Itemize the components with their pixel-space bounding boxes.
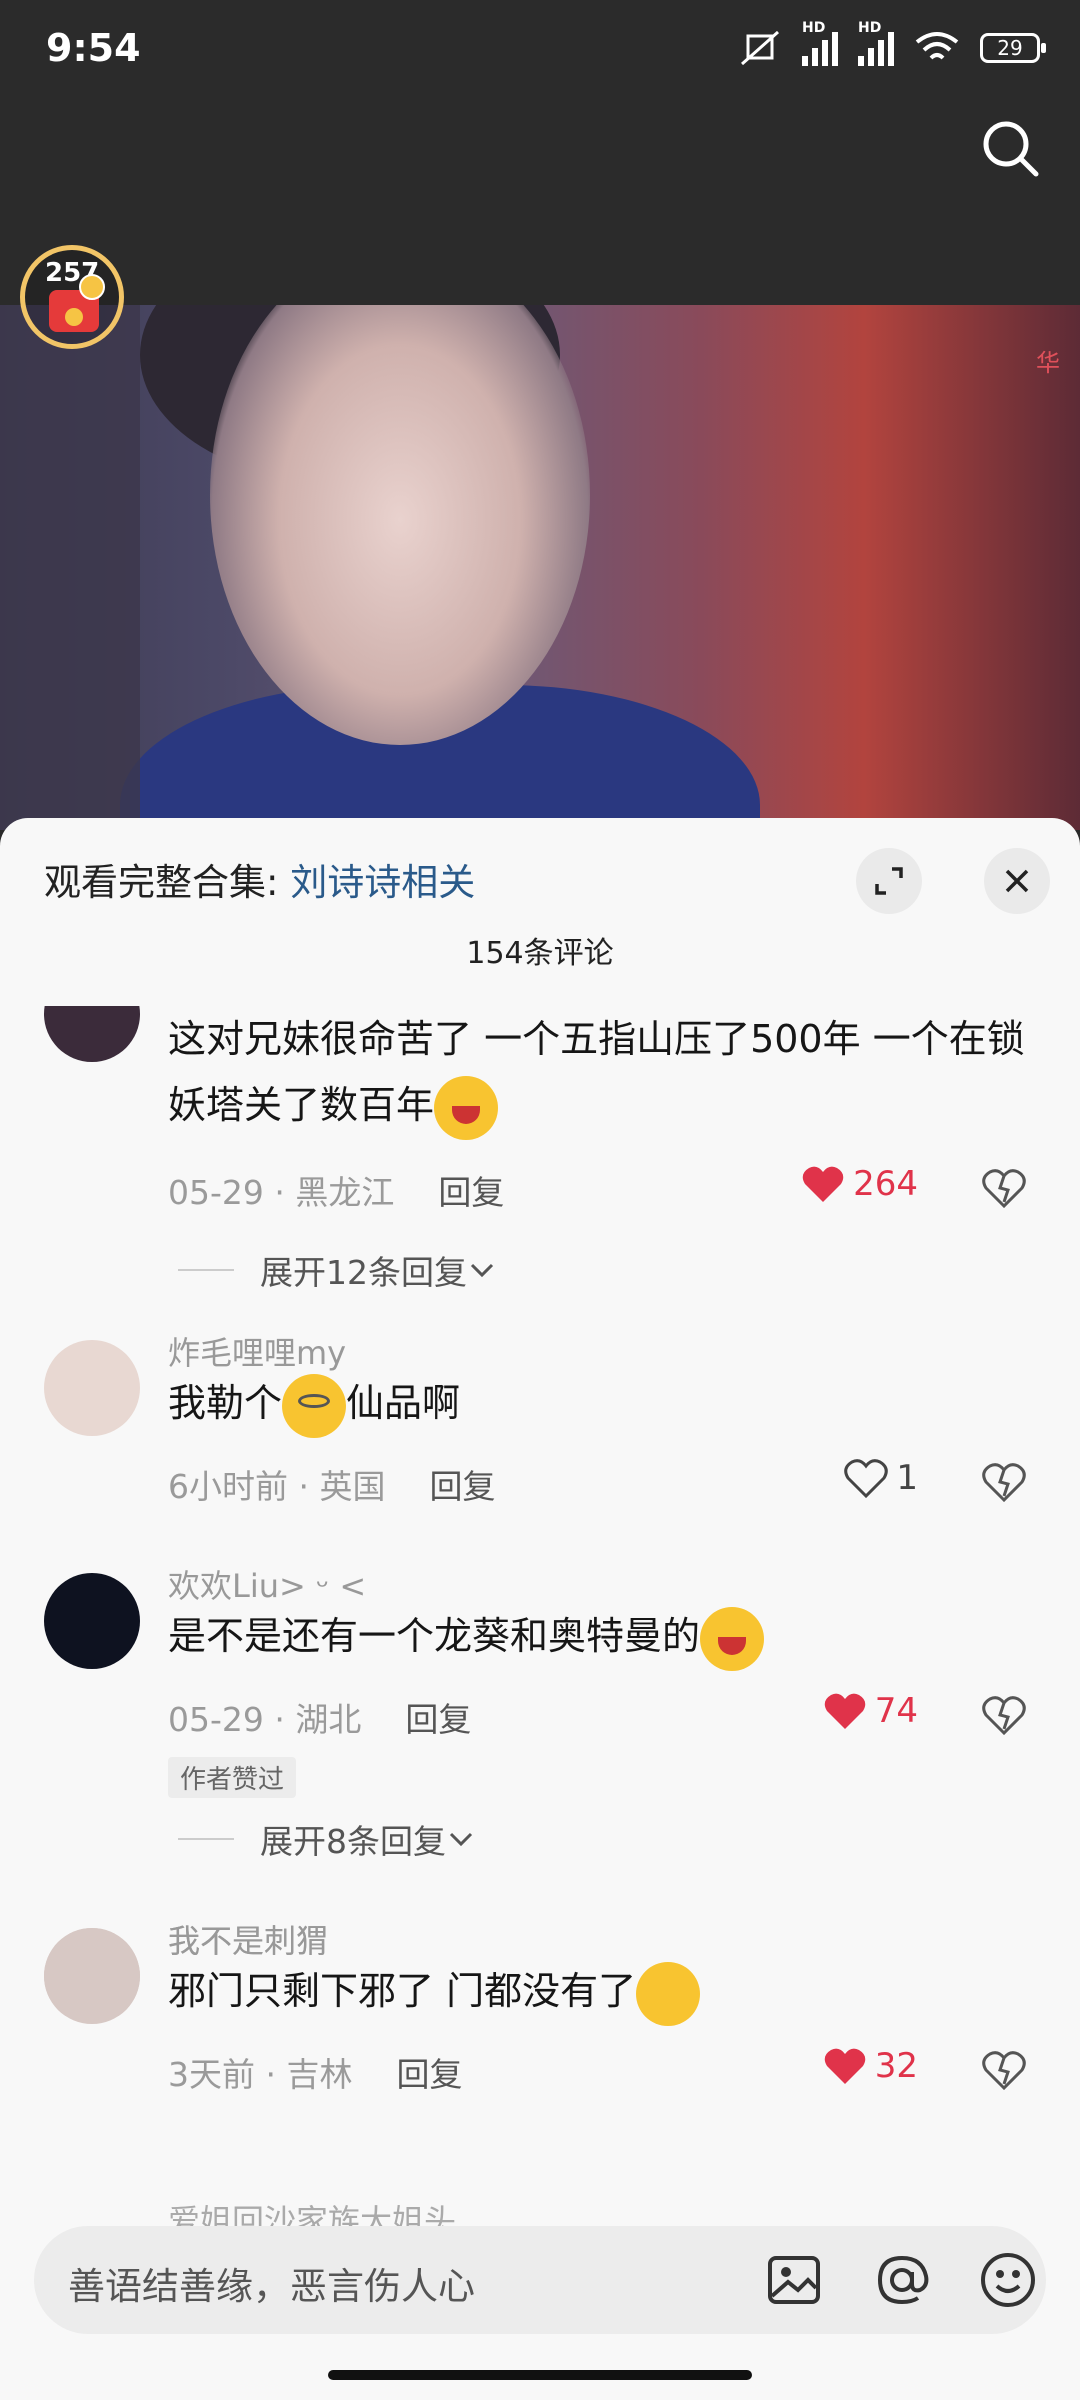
dizzy-emoji-icon: [282, 1373, 347, 1438]
avatar[interactable]: [44, 1340, 140, 1436]
like-button[interactable]: 264: [801, 1164, 918, 1204]
mute-vibrate-icon: [741, 30, 779, 66]
comment-meta: 6小时前 · 英国 回复: [168, 1467, 496, 1506]
collection-name[interactable]: 刘诗诗相关: [290, 861, 475, 904]
coin-icon: [79, 274, 105, 300]
comment-text: 是不是还有一个龙葵和奥特曼的: [168, 1603, 1038, 1671]
video-player[interactable]: 华: [0, 305, 1080, 830]
comment-meta: 05-29 · 湖北 回复: [168, 1700, 472, 1739]
crying-emoji-icon: [434, 1075, 499, 1140]
dislike-icon[interactable]: [982, 1462, 1026, 1502]
status-bar: 9:54 HD HD 29: [0, 0, 1080, 100]
comment-text: 邪门只剩下邪了 门都没有了: [168, 1958, 1038, 2026]
close-button[interactable]: [984, 848, 1050, 914]
status-time: 9:54: [46, 26, 141, 70]
video-frame: [210, 305, 590, 745]
red-packet-widget[interactable]: 257: [20, 245, 124, 349]
comment-count: 154条评论: [466, 936, 614, 971]
comment-list[interactable]: 这对兄妹很命苦了 一个五指山压了500年 一个在锁妖塔关了数百年 05-29 ·…: [0, 1006, 1080, 2016]
top-bar: [0, 100, 1080, 305]
heart-filled-icon: [824, 1693, 865, 1729]
smile-emoji-icon: [636, 1961, 701, 2026]
comment-username[interactable]: 我不是刺猬: [168, 1916, 328, 1962]
panel-header: 观看完整合集: 刘诗诗相关: [44, 848, 1050, 918]
home-indicator[interactable]: [328, 2370, 752, 2380]
emoji-icon[interactable]: [978, 2250, 1038, 2310]
comment-text: 这对兄妹很命苦了 一个五指山压了500年 一个在锁妖塔关了数百年: [168, 1006, 1038, 1140]
comment-username[interactable]: 欢欢Liu> ᵕ <: [168, 1561, 366, 1607]
battery-icon: 29: [980, 33, 1046, 63]
like-button[interactable]: 32: [823, 2046, 918, 2086]
close-icon: [1005, 869, 1029, 893]
comment-username: 爱姐回沙家族大姐头: [168, 2202, 457, 2228]
chevron-down-icon: [449, 1832, 473, 1847]
comment-panel: 观看完整合集: 刘诗诗相关 154条评论 这对兄妹很命苦了 一个五指山压了500…: [0, 818, 1080, 2400]
heart-filled-icon: [802, 1166, 844, 1202]
like-button[interactable]: 1: [844, 1458, 918, 1498]
avatar[interactable]: [44, 1573, 140, 1669]
status-icons: HD HD 29: [738, 20, 1046, 68]
reply-button[interactable]: 回复: [429, 1467, 495, 1506]
dislike-icon[interactable]: [982, 2050, 1026, 2090]
search-icon: [983, 121, 1039, 177]
crying-emoji-icon: [700, 1606, 765, 1671]
comment-meta: 05-29 · 黑龙江 回复: [168, 1173, 505, 1212]
comment-username[interactable]: 炸毛哩哩my: [168, 1328, 346, 1374]
comment-input-bar[interactable]: 善语结善缘，恶言伤人心: [34, 2226, 1046, 2334]
reply-button[interactable]: 回复: [405, 1700, 471, 1739]
avatar[interactable]: [44, 1006, 140, 1062]
dislike-icon[interactable]: [982, 1695, 1026, 1735]
search-button[interactable]: [972, 110, 1052, 190]
expand-button[interactable]: [856, 848, 922, 914]
signal-icon: HD: [802, 20, 838, 66]
dislike-icon[interactable]: [982, 1168, 1026, 1208]
reply-button[interactable]: 回复: [438, 1173, 504, 1212]
author-liked-badge: 作者赞过: [168, 1757, 297, 1798]
wifi-icon: [915, 32, 959, 60]
expand-icon: [875, 867, 903, 895]
expand-replies-button[interactable]: 展开12条回复: [178, 1246, 497, 1294]
mention-icon[interactable]: [872, 2250, 932, 2310]
comment-text: 我勒个 仙品啊: [168, 1370, 1038, 1438]
like-button[interactable]: 74: [823, 1691, 918, 1731]
comment-meta: 3天前 · 吉林 回复: [168, 2055, 463, 2094]
heart-filled-icon: [824, 2048, 865, 2084]
avatar[interactable]: [44, 1928, 140, 2024]
expand-replies-button[interactable]: 展开8条回复: [178, 1815, 476, 1863]
heart-outline-icon: [844, 1459, 889, 1498]
video-watermark: 华: [1036, 349, 1060, 377]
chevron-down-icon: [470, 1263, 494, 1278]
signal-icon: HD: [858, 20, 894, 66]
reply-button[interactable]: 回复: [396, 2055, 462, 2094]
comment-input-placeholder[interactable]: 善语结善缘，恶言伤人心: [68, 2256, 475, 2310]
image-icon[interactable]: [764, 2250, 824, 2310]
